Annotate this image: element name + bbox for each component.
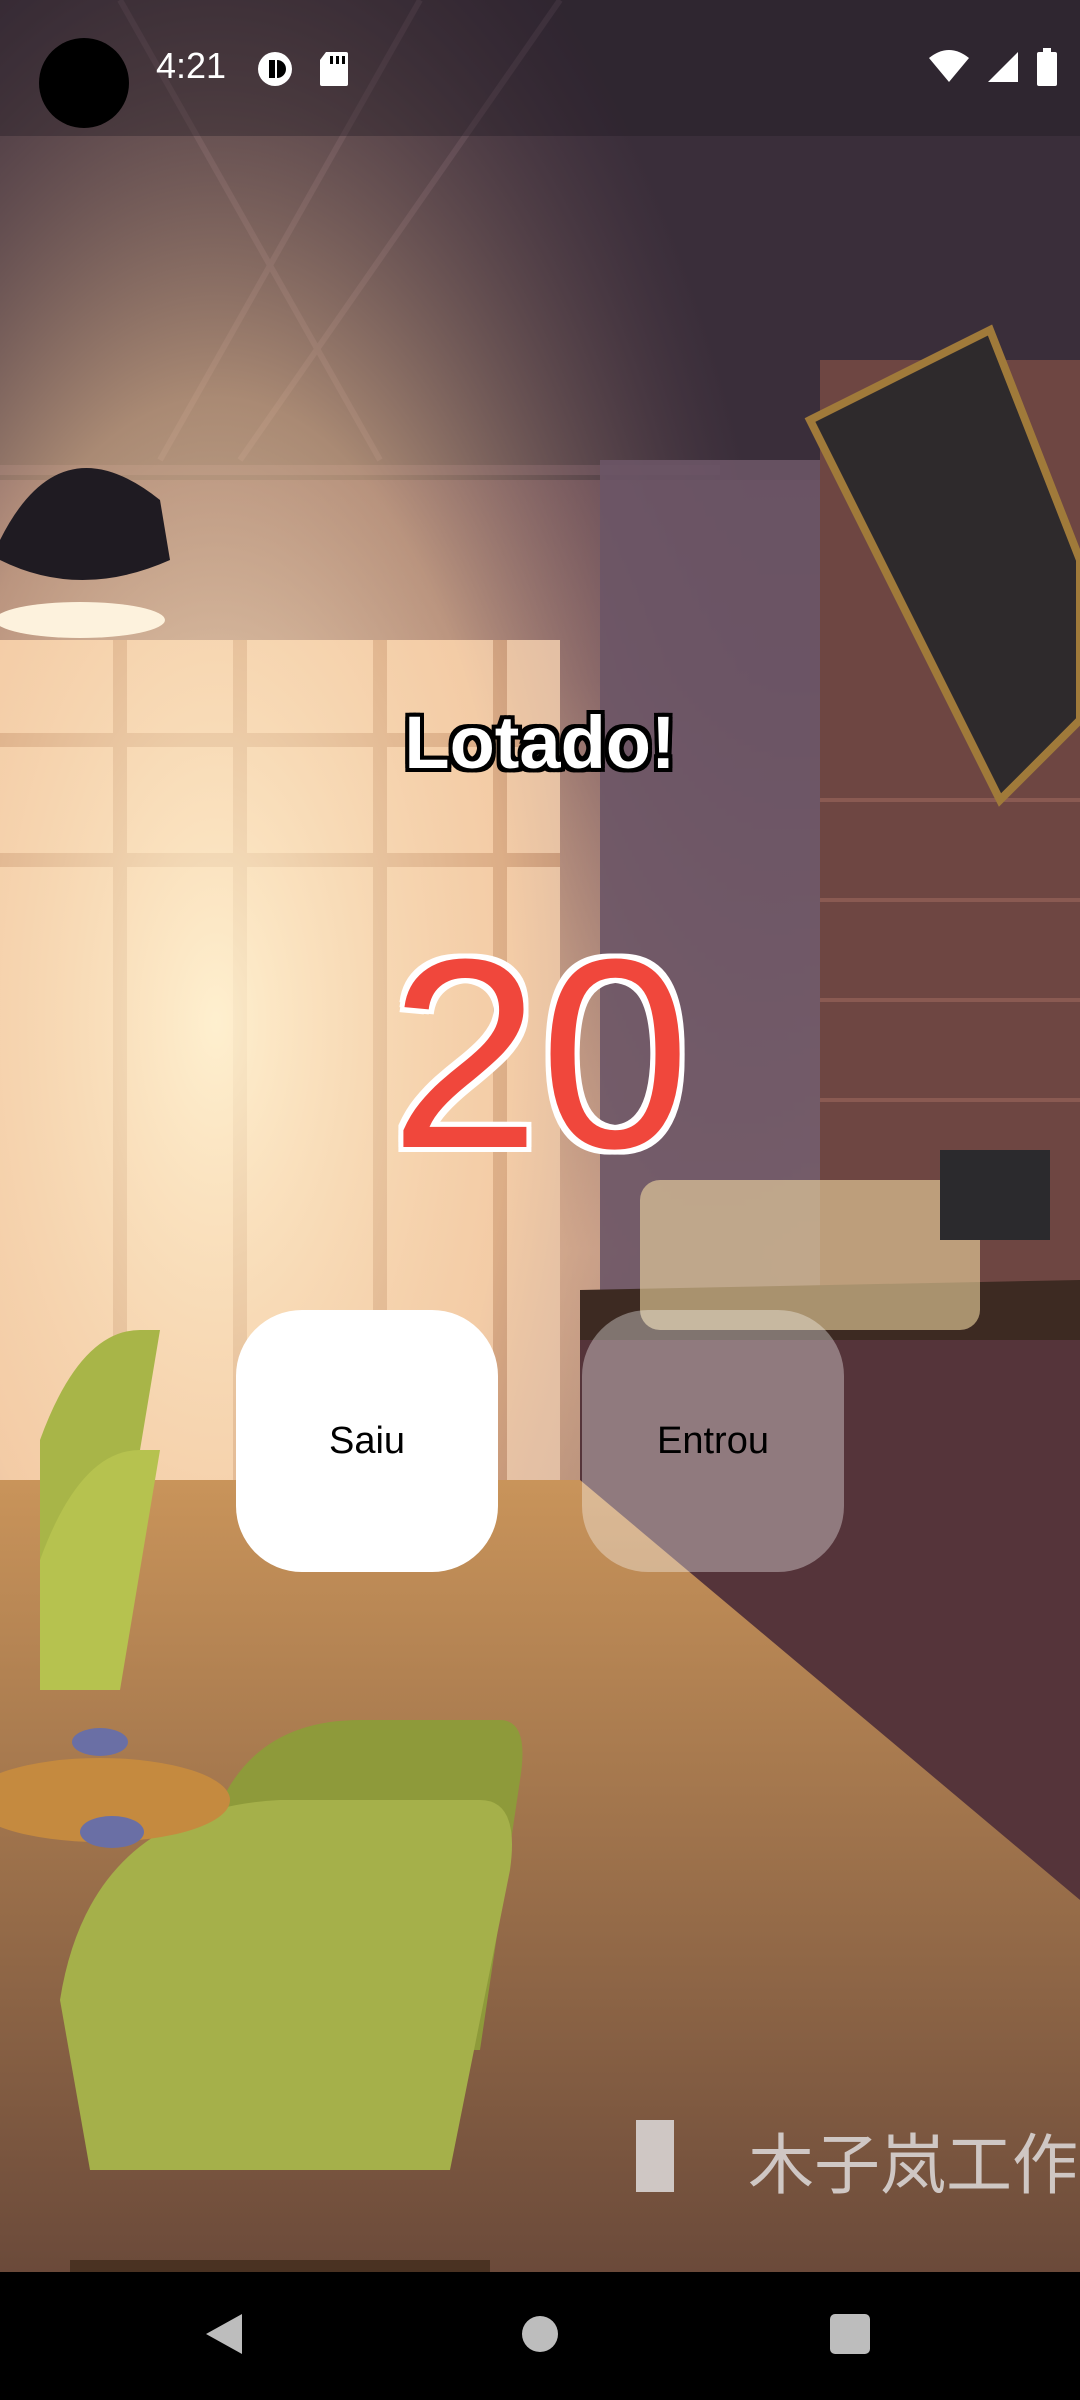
- exited-button-label: Saiu: [328, 1419, 406, 1462]
- wifi-icon: [928, 50, 970, 89]
- privacy-icon: [256, 50, 294, 93]
- people-counter: 20: [389, 904, 691, 1205]
- back-icon[interactable]: [204, 2312, 244, 2361]
- entered-button[interactable]: Entrou: [582, 1310, 844, 1572]
- sd-card-icon: [318, 50, 350, 93]
- exited-button[interactable]: Saiu: [236, 1310, 498, 1572]
- recents-icon[interactable]: [830, 2314, 870, 2354]
- front-camera-cutout: [39, 38, 129, 128]
- watermark-text: 木子岚工作: [748, 2127, 1078, 2204]
- status-time: 4:21: [156, 45, 227, 86]
- page-title: Lotado!: [404, 701, 676, 784]
- entered-button-label: Entrou: [657, 1419, 769, 1462]
- status-bar: 4:21: [0, 0, 1080, 136]
- home-icon[interactable]: [522, 2316, 558, 2352]
- battery-icon: [1036, 48, 1058, 91]
- signal-icon: [986, 50, 1020, 89]
